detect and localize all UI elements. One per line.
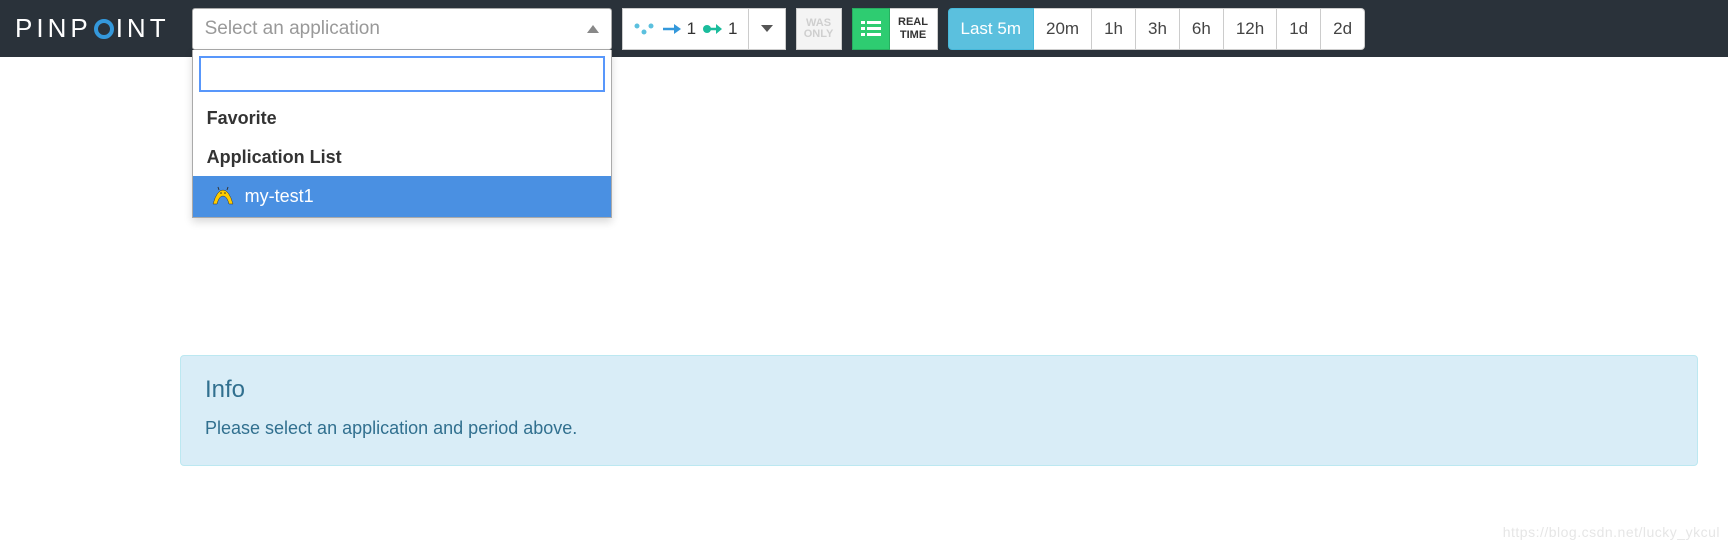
info-panel: Info Please select an application and pe… xyxy=(180,355,1698,466)
application-dropdown: Favorite Application List my-test1 xyxy=(192,50,612,218)
view-mode-group: REAL TIME xyxy=(852,8,938,50)
depth-control: 1 1 xyxy=(622,8,786,50)
info-body: Please select an application and period … xyxy=(205,418,1673,439)
arrow-right-teal-icon xyxy=(702,22,722,36)
time-range-selector: Last 5m20m1h3h6h12h1d2d xyxy=(948,8,1366,50)
list-icon xyxy=(861,20,881,38)
tomcat-icon xyxy=(211,186,235,206)
logo-dot-icon xyxy=(94,19,114,39)
depth-display: 1 1 xyxy=(622,8,749,50)
inbound-depth-value: 1 xyxy=(687,19,696,39)
info-title: Info xyxy=(205,376,1673,404)
time-range-1d[interactable]: 1d xyxy=(1277,8,1321,50)
watermark: https://blog.csdn.net/lucky_ykcul xyxy=(1503,524,1720,540)
time-range-2d[interactable]: 2d xyxy=(1321,8,1365,50)
time-range-1h[interactable]: 1h xyxy=(1092,8,1136,50)
was-only-toggle[interactable]: WAS ONLY xyxy=(796,8,842,50)
time-range-3h[interactable]: 3h xyxy=(1136,8,1180,50)
realtime-toggle[interactable]: REAL TIME xyxy=(890,8,938,50)
application-item-label: my-test1 xyxy=(245,186,314,207)
chevron-up-icon xyxy=(587,25,599,33)
server-map-button[interactable] xyxy=(852,8,890,50)
time-range-20m[interactable]: 20m xyxy=(1034,8,1092,50)
dropdown-section-applist: Application List xyxy=(193,137,611,176)
application-select-toggle[interactable]: Select an application xyxy=(192,8,612,50)
application-search-input[interactable] xyxy=(199,56,605,92)
dropdown-section-favorite: Favorite xyxy=(193,98,611,137)
outbound-depth-value: 1 xyxy=(728,19,737,39)
time-range-last5m[interactable]: Last 5m xyxy=(948,8,1034,50)
depth-dropdown-toggle[interactable] xyxy=(749,8,786,50)
dots-icon xyxy=(633,22,655,36)
application-select-placeholder: Select an application xyxy=(205,18,380,40)
topbar: PINPINT Select an application Favorite A… xyxy=(0,0,1728,57)
time-range-12h[interactable]: 12h xyxy=(1224,8,1277,50)
logo[interactable]: PINPINT xyxy=(15,13,170,44)
time-range-6h[interactable]: 6h xyxy=(1180,8,1224,50)
application-select: Select an application Favorite Applicati… xyxy=(192,8,612,50)
arrow-right-blue-icon xyxy=(661,22,681,36)
application-item-my-test1[interactable]: my-test1 xyxy=(193,176,611,217)
caret-down-icon xyxy=(761,25,773,32)
